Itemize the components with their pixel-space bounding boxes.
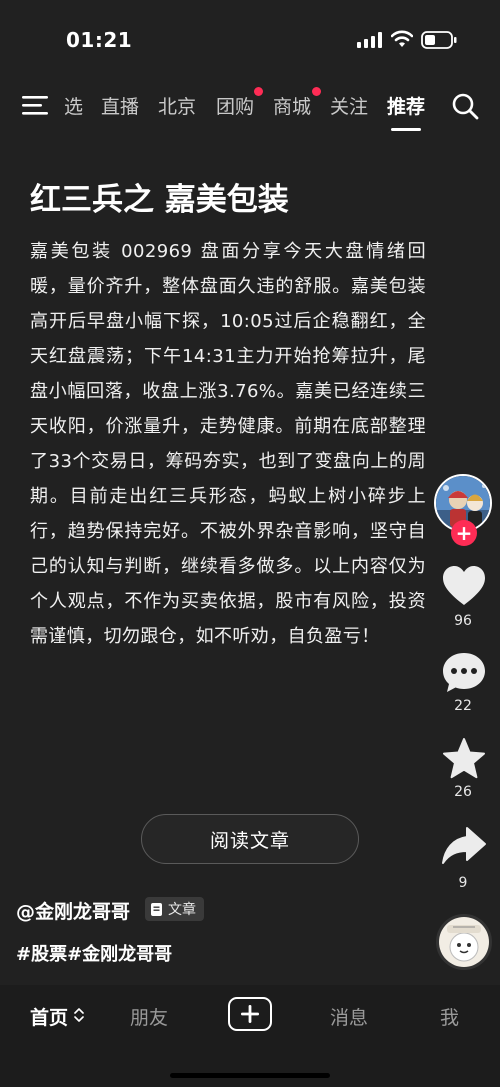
tab-mall[interactable]: 商城	[273, 92, 311, 119]
comment-count: 22	[454, 698, 472, 714]
star-icon[interactable]	[441, 737, 487, 781]
group-buy-notification-dot	[254, 87, 263, 96]
create-post-button[interactable]	[228, 997, 272, 1031]
like-count: 96	[454, 613, 472, 629]
tab-xuan[interactable]: 选	[64, 92, 83, 119]
active-tab-underline	[391, 128, 421, 131]
tab-live[interactable]: 直播	[101, 92, 139, 119]
share-count: 9	[458, 875, 468, 891]
article-title: 红三兵之 嘉美包装	[30, 182, 289, 218]
menu-icon[interactable]	[22, 94, 48, 116]
cellular-signal-icon	[357, 32, 382, 48]
mall-notification-dot	[312, 87, 321, 96]
tab-home[interactable]: 首页	[30, 1003, 68, 1030]
status-time: 01:21	[66, 28, 133, 52]
tab-following[interactable]: 关注	[330, 92, 368, 119]
screen: 01:21 选 直播 北京 团购 商城 关注 推荐 红三兵之 嘉美包装 嘉美包装…	[0, 0, 500, 1087]
article-type-badge: 文章	[145, 897, 204, 921]
wifi-icon	[391, 30, 413, 47]
status-bar: 01:21	[0, 0, 500, 70]
article-body: 嘉美包装 002969 盘面分享今天大盘情绪回暖，量价齐升，整体盘面久违的舒服。…	[30, 241, 426, 647]
tab-beijing[interactable]: 北京	[158, 92, 196, 119]
bottom-tab-bar: 首页 朋友 消息 我	[0, 985, 500, 1087]
tab-friends[interactable]: 朋友	[130, 1003, 168, 1030]
share-icon[interactable]	[441, 824, 487, 868]
tab-recommend[interactable]: 推荐	[387, 92, 425, 119]
document-icon	[151, 902, 162, 916]
article-type-label: 文章	[168, 902, 196, 918]
hashtags[interactable]: #股票#金刚龙哥哥	[16, 940, 172, 966]
heart-icon[interactable]	[441, 564, 487, 608]
tab-group-buy[interactable]: 团购	[216, 92, 254, 119]
favorite-count: 26	[454, 784, 472, 800]
tab-messages[interactable]: 消息	[330, 1003, 368, 1030]
battery-icon	[421, 31, 457, 49]
home-indicator	[170, 1073, 330, 1078]
author-name[interactable]: @金刚龙哥哥	[16, 897, 130, 924]
follow-button[interactable]: +	[451, 520, 477, 546]
plus-icon	[241, 1005, 259, 1023]
music-cover-illustration	[439, 917, 489, 967]
music-disc[interactable]	[436, 914, 492, 970]
top-nav: 选 直播 北京 团购 商城 关注 推荐	[0, 80, 500, 131]
read-article-button[interactable]: 阅读文章	[141, 814, 359, 864]
tab-me[interactable]: 我	[440, 1003, 459, 1030]
search-icon[interactable]	[451, 92, 479, 120]
switch-arrows-icon[interactable]	[74, 1007, 84, 1023]
comment-icon[interactable]	[441, 651, 487, 695]
